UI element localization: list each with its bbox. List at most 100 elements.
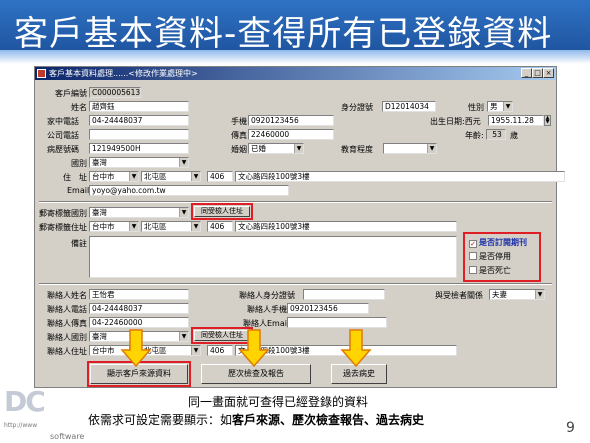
check-icon: ✓ xyxy=(469,240,477,248)
education-select[interactable]: ▼ xyxy=(383,143,437,154)
contact-country-select[interactable]: 臺灣 ▼ xyxy=(89,331,189,342)
contact-district-value: 北屯區 xyxy=(144,346,167,355)
contact-id-label: 聯絡人身分證號 xyxy=(239,291,295,300)
contact-district-select[interactable]: 北屯區 ▼ xyxy=(141,345,201,356)
section-divider xyxy=(39,283,552,285)
medical-history-button[interactable]: 過去病史 xyxy=(331,364,387,384)
mail-district-value: 北屯區 xyxy=(144,222,167,231)
section-divider xyxy=(39,201,552,203)
chevron-down-icon: ▼ xyxy=(191,346,200,355)
mail-country-label: 郵寄標籤國別 xyxy=(39,209,87,218)
medical-no-field[interactable]: 121949500H xyxy=(89,143,189,154)
slide-title-bar: 客戶基本資料-查得所有已登錄資料 xyxy=(0,0,590,64)
caption-line-2-highlight: 客戶來源、歷次檢查報告、過去病史 xyxy=(232,413,425,427)
contact-country-label: 聯絡人國別 xyxy=(47,333,87,342)
education-label: 教育程度 xyxy=(341,145,373,154)
contact-zip-field[interactable]: 406 xyxy=(207,345,233,356)
chevron-down-icon: ▼ xyxy=(129,346,138,355)
chevron-down-icon: ▼ xyxy=(129,222,138,231)
contact-id-field[interactable] xyxy=(303,289,385,300)
customer-no-field: C000005613 xyxy=(89,87,141,98)
suspended-checkbox[interactable]: 是否停用 xyxy=(469,251,511,262)
city-select[interactable]: 台中市 ▼ xyxy=(89,171,139,182)
address-field[interactable]: 文心路四段100號3樓 xyxy=(235,171,565,182)
chevron-down-icon: ▼ xyxy=(535,290,544,299)
logo-url: http://www xyxy=(4,422,38,429)
chevron-down-icon: ▼ xyxy=(191,172,200,181)
customer-window: 客戶基本資料處理......<修改作業處理中> _ □ × 客戶編號 C0000… xyxy=(34,66,565,388)
exam-reports-button[interactable]: 歷次檢查及報告 xyxy=(201,364,311,384)
name-label: 姓名 xyxy=(71,103,87,112)
id-field[interactable]: D12014034 xyxy=(382,101,436,112)
district-select[interactable]: 北屯區 ▼ xyxy=(141,171,201,182)
id-label: 身分證號 xyxy=(341,103,373,112)
country-label: 國別 xyxy=(71,159,87,168)
contact-fax-field[interactable]: 04-22460000 xyxy=(89,317,189,328)
contact-city-select[interactable]: 台中市 ▼ xyxy=(89,345,139,356)
marriage-select[interactable]: 已婚 ▼ xyxy=(248,143,304,154)
age-label: 年齡: xyxy=(465,131,484,140)
app-icon xyxy=(37,69,46,78)
contact-name-field[interactable]: 王怡君 xyxy=(89,289,189,300)
mail-country-select[interactable]: 臺灣 ▼ xyxy=(89,207,189,218)
show-source-button[interactable]: 顯示客戶來源資料 xyxy=(90,364,188,384)
maximize-button[interactable]: □ xyxy=(532,68,543,78)
mail-city-value: 台中市 xyxy=(92,222,115,231)
company-phone-field[interactable] xyxy=(89,129,189,140)
mail-zip-field[interactable]: 406 xyxy=(207,221,233,232)
country-select[interactable]: 臺灣 ▼ xyxy=(89,157,189,168)
window-titlebar[interactable]: 客戶基本資料處理......<修改作業處理中> _ □ × xyxy=(35,67,556,80)
same-address-button[interactable]: 同受檢人住址 xyxy=(194,206,250,217)
chevron-down-icon: ▼ xyxy=(503,102,512,111)
caption-line-1: 同一畫面就可查得已經登錄的資料 xyxy=(188,395,369,409)
age-unit: 歲 xyxy=(510,131,518,140)
remark-label: 備註 xyxy=(71,239,87,248)
window-title: 客戶基本資料處理......<修改作業處理中> xyxy=(49,69,198,78)
email-label: Email xyxy=(67,186,90,195)
close-button[interactable]: × xyxy=(543,68,554,78)
contact-name-label: 聯絡人姓名 xyxy=(47,291,87,300)
chevron-down-icon: ▼ xyxy=(179,158,188,167)
mail-district-select[interactable]: 北屯區 ▼ xyxy=(141,221,201,232)
email-field[interactable]: yoyo@yaho.com.tw xyxy=(89,185,289,196)
gender-label: 性別 xyxy=(468,103,484,112)
name-field[interactable]: 趙齊鈺 xyxy=(89,101,189,112)
chevron-down-icon: ▼ xyxy=(191,222,200,231)
relation-value: 夫妻 xyxy=(492,290,507,299)
chevron-down-icon: ▼ xyxy=(427,144,436,153)
gender-select[interactable]: 男 ▼ xyxy=(487,101,513,112)
home-phone-field[interactable]: 04-24448037 xyxy=(89,115,189,126)
chevron-down-icon: ▼ xyxy=(129,172,138,181)
mail-country-value: 臺灣 xyxy=(92,208,107,217)
gender-value: 男 xyxy=(490,102,498,111)
mail-address-field[interactable]: 文心路四段100號3樓 xyxy=(235,221,457,232)
marriage-label: 婚姻 xyxy=(231,145,247,154)
deceased-checkbox[interactable]: 是否死亡 xyxy=(469,265,511,276)
subscribe-checkbox[interactable]: ✓ 是否訂閱期刊 xyxy=(469,237,527,248)
contact-address-field[interactable]: 文心路四段100號3樓 xyxy=(235,345,457,356)
company-phone-label: 公司電話 xyxy=(47,131,79,140)
mail-city-select[interactable]: 台中市 ▼ xyxy=(89,221,139,232)
minimize-button[interactable]: _ xyxy=(521,68,532,78)
relation-select[interactable]: 夫妻 ▼ xyxy=(489,289,545,300)
mobile-label: 手機 xyxy=(231,117,247,126)
birth-label: 出生日期:西元 xyxy=(430,117,481,126)
chevron-down-icon: ▼ xyxy=(179,208,188,217)
fax-label: 傳真 xyxy=(231,131,247,140)
birth-field[interactable]: 1955.11.28 xyxy=(488,115,544,126)
contact-mobile-field[interactable]: 0920123456 xyxy=(287,303,369,314)
city-value: 台中市 xyxy=(92,172,115,181)
mobile-field[interactable]: 0920123456 xyxy=(248,115,334,126)
contact-phone-field[interactable]: 04-24448037 xyxy=(89,303,189,314)
chevron-down-icon: ▼ xyxy=(294,144,303,153)
page-number: 9 xyxy=(566,420,575,436)
zip-field[interactable]: 406 xyxy=(207,171,233,182)
company-logo: DC xyxy=(4,385,46,418)
contact-mobile-label: 聯絡人手機 xyxy=(247,305,287,314)
fax-field[interactable]: 22460000 xyxy=(248,129,334,140)
remark-textarea[interactable] xyxy=(89,236,457,278)
birth-spinner[interactable]: ▲ ▼ xyxy=(544,115,551,126)
contact-same-address-button[interactable]: 同受檢人住址 xyxy=(194,330,250,341)
contact-email-field[interactable] xyxy=(287,317,387,328)
contact-address-label: 聯絡人住址 xyxy=(47,347,87,356)
